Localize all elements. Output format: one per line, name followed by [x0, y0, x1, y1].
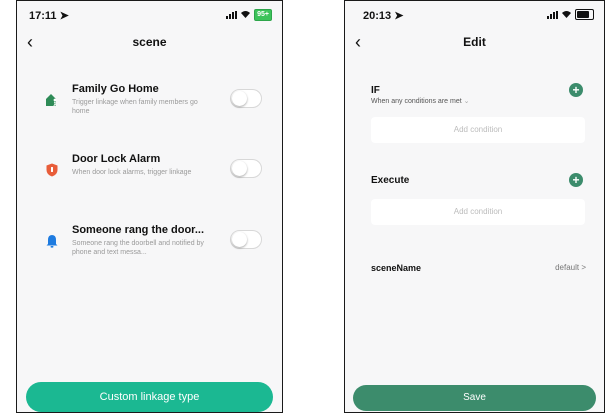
add-if-condition-button[interactable]: +	[569, 83, 583, 97]
status-bar: 20:13 ➤	[345, 1, 604, 27]
scene-description: Trigger linkage when family members go h…	[72, 99, 198, 115]
scene-item-family-go-home[interactable]: Family Go Home Trigger linkage when fami…	[17, 81, 282, 131]
scene-title: Someone rang the door...	[72, 224, 205, 236]
page-title: scene	[132, 35, 167, 49]
status-icons: 95+	[226, 9, 272, 21]
nav-bar: ‹ scene	[17, 27, 282, 65]
battery-icon: 95+	[254, 9, 272, 21]
scene-title: Door Lock Alarm	[72, 153, 161, 165]
add-execute-condition-field[interactable]: Add condition	[371, 199, 585, 225]
scene-item-door-lock-alarm[interactable]: Door Lock Alarm When door lock alarms, t…	[17, 151, 282, 201]
if-condition-mode[interactable]: When any conditions are met ⌄	[371, 97, 470, 105]
scene-toggle[interactable]	[230, 230, 262, 249]
add-if-condition-field[interactable]: Add condition	[371, 117, 585, 143]
scene-title: Family Go Home	[72, 83, 159, 95]
shield-icon	[45, 163, 59, 177]
status-time: 17:11 ➤	[29, 10, 69, 22]
signal-icon	[226, 11, 238, 19]
nav-bar: ‹ Edit	[345, 27, 604, 65]
execute-label: Execute	[371, 175, 410, 186]
page-title: Edit	[463, 35, 486, 49]
scene-list-screen: 17:11 ➤ 95+ ‹ scene Family Go Home Trigg…	[16, 0, 283, 413]
custom-linkage-type-button[interactable]: Custom linkage type	[26, 382, 273, 412]
home-person-icon	[45, 93, 59, 107]
scene-name-label: sceneName	[371, 263, 422, 273]
add-execute-button[interactable]: +	[569, 173, 583, 187]
chevron-down-icon: ⌄	[463, 98, 470, 105]
signal-icon	[547, 10, 558, 19]
battery-icon	[575, 9, 594, 20]
scene-edit-screen: 20:13 ➤ ‹ Edit IF When any conditions ar…	[344, 0, 605, 413]
scene-toggle[interactable]	[230, 159, 262, 178]
scene-item-doorbell[interactable]: Someone rang the door... Someone rang th…	[17, 222, 282, 272]
if-label: IF	[371, 85, 380, 96]
scene-description: When door lock alarms, trigger linkage	[72, 169, 192, 176]
status-icons	[547, 9, 594, 20]
scene-name-row[interactable]: sceneName default >	[371, 261, 586, 277]
scene-name-value: default >	[555, 263, 586, 272]
scene-description: Someone rang the doorbell and notified b…	[72, 240, 204, 256]
save-button[interactable]: Save	[353, 385, 596, 411]
bell-icon	[45, 234, 59, 248]
scene-toggle[interactable]	[230, 89, 262, 108]
wifi-icon	[561, 10, 572, 20]
wifi-icon	[240, 10, 251, 20]
status-time: 20:13 ➤	[363, 10, 404, 22]
status-bar: 17:11 ➤ 95+	[17, 1, 282, 27]
